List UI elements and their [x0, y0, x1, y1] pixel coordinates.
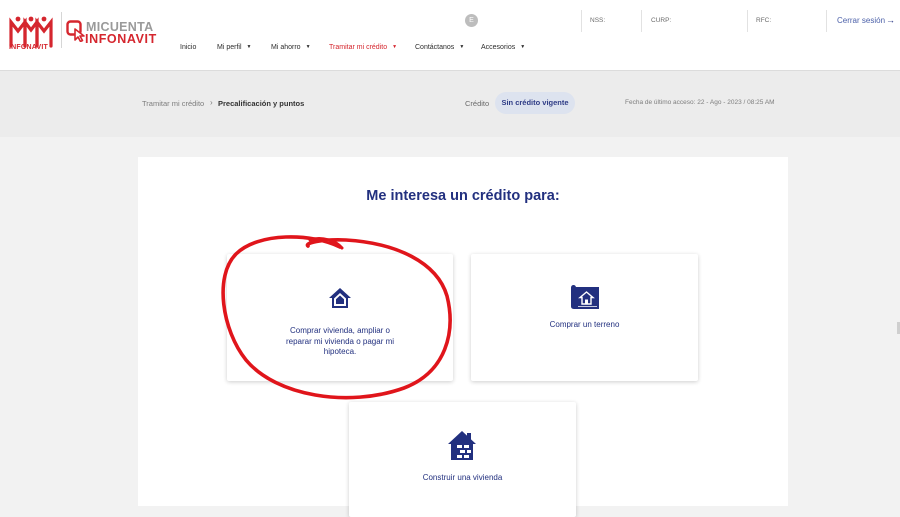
- last-access-text: Fecha de último acceso: 22 - Ago - 2023 …: [625, 99, 775, 106]
- nav-label: Contáctanos: [415, 44, 455, 51]
- breadcrumb-parent-link[interactable]: Tramitar mi crédito: [142, 99, 204, 108]
- nav-item-tramitar-credito[interactable]: Tramitar mi crédito ▼: [329, 44, 397, 51]
- chevron-down-icon: ▼: [305, 44, 311, 51]
- nav-item-mi-ahorro[interactable]: Mi ahorro ▼: [271, 44, 311, 51]
- nss-label: NSS:: [590, 17, 606, 24]
- nav-label: Inicio: [180, 44, 197, 51]
- chevron-down-icon: ▼: [246, 44, 252, 51]
- credit-options-panel: Me interesa un crédito para: Comprar viv…: [138, 157, 788, 517]
- header-divider: [826, 10, 827, 32]
- option-label: Comprar vivienda, ampliar o reparar mi v…: [227, 326, 453, 358]
- credit-status-label: Crédito: [465, 99, 490, 108]
- option-comprar-terreno[interactable]: Comprar un terreno: [471, 254, 698, 381]
- option-label-text: Construir una vivienda: [422, 473, 503, 482]
- logout-link[interactable]: Cerrar sesión: [837, 16, 885, 25]
- arrow-right-icon[interactable]: →: [886, 15, 895, 25]
- logo-divider: [61, 12, 62, 48]
- nav-label: Accesorios: [481, 44, 516, 51]
- rfc-label: RFC:: [756, 17, 772, 24]
- nav-item-mi-perfil[interactable]: Mi perfil ▼: [217, 44, 251, 51]
- option-label: Construir una vivienda: [349, 473, 576, 484]
- breadcrumb-current: Precalificación y puntos: [218, 99, 305, 108]
- option-label-text: Comprar un terreno: [549, 320, 620, 329]
- micuenta-logo-icon: [66, 20, 85, 42]
- top-header: INFONAVIT MICUENTA INFONAVIT E NSS: CURP…: [0, 0, 900, 71]
- nav-label: Tramitar mi crédito: [329, 44, 388, 51]
- nav-label: Mi ahorro: [271, 44, 301, 51]
- chevron-down-icon: ▼: [520, 44, 526, 51]
- nav-item-inicio[interactable]: Inicio: [180, 44, 196, 51]
- option-construir-vivienda[interactable]: Construir una vivienda: [349, 402, 576, 517]
- nav-label: Mi perfil: [217, 44, 242, 51]
- header-divider: [641, 10, 642, 32]
- land-blueprint-icon: [571, 285, 599, 309]
- chevron-down-icon: ▼: [459, 44, 465, 51]
- nav-item-accesorios[interactable]: Accesorios ▼: [481, 44, 525, 51]
- breadcrumb-band: Tramitar mi crédito › Precalificación y …: [0, 71, 900, 137]
- micuenta-logo-subtext: INFONAVIT: [85, 32, 157, 46]
- curp-label: CURP:: [651, 17, 672, 24]
- nav-item-contactanos[interactable]: Contáctanos ▼: [415, 44, 464, 51]
- option-comprar-vivienda[interactable]: Comprar vivienda, ampliar o reparar mi v…: [227, 254, 453, 381]
- chevron-down-icon: ▼: [392, 44, 398, 51]
- credit-status-badge: Sin crédito vigente: [495, 92, 575, 114]
- option-label: Comprar un terreno: [471, 320, 698, 331]
- avatar[interactable]: E: [465, 14, 478, 27]
- house-icon: [329, 288, 351, 308]
- infonavit-logo-text: INFONAVIT: [9, 44, 49, 51]
- header-divider: [581, 10, 582, 32]
- page-title: Me interesa un crédito para:: [366, 188, 560, 204]
- breadcrumb-separator: ›: [210, 98, 213, 107]
- house-build-icon: [448, 431, 476, 460]
- header-divider: [747, 10, 748, 32]
- option-label-text: Comprar vivienda, ampliar o reparar mi v…: [285, 326, 395, 356]
